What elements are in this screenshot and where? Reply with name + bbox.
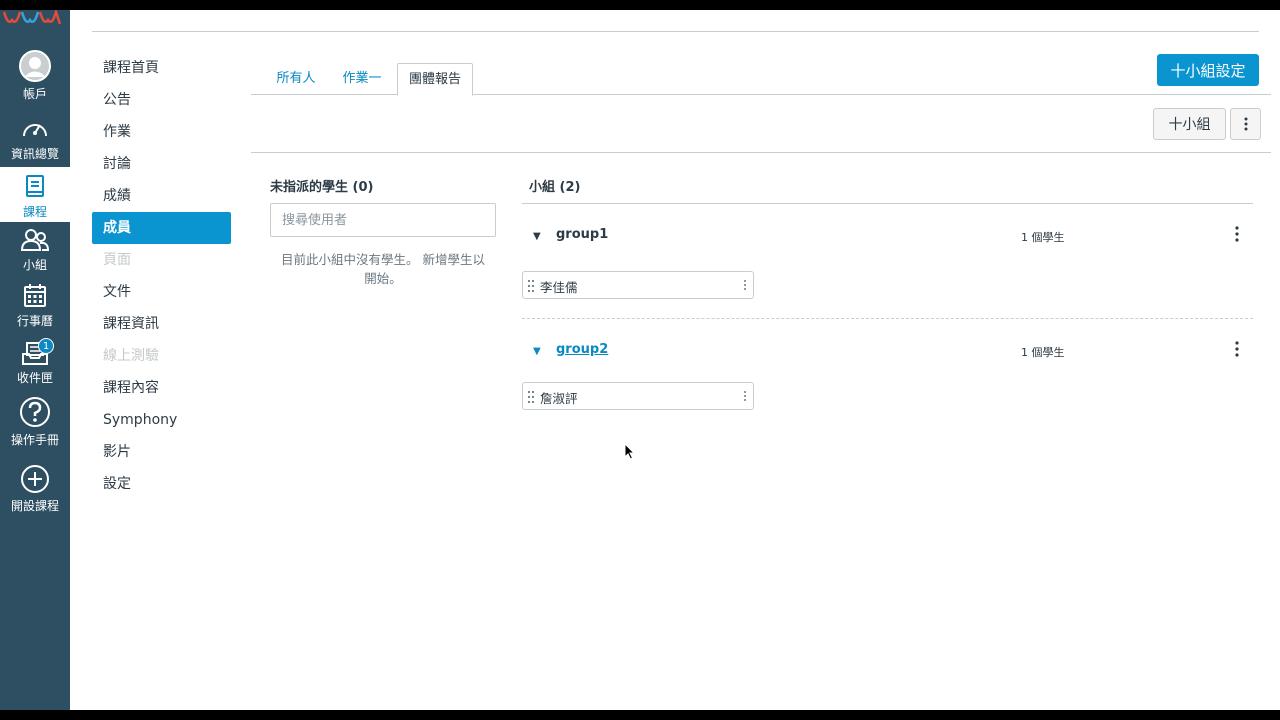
global-nav-label: 帳戶 <box>22 87 47 101</box>
unassigned-empty-message: 目前此小組中沒有學生。 新增學生以開始。 <box>281 252 485 286</box>
group-settings-button[interactable]: 十小組設定 <box>1157 54 1259 86</box>
member-name: 李佳儒 <box>540 280 578 295</box>
unassigned-students-title: 未指派的學生 (0) <box>270 180 374 195</box>
dashboard-gauge-icon <box>23 124 47 137</box>
group-separator <box>522 318 1253 319</box>
member-kebab-menu-icon[interactable] <box>741 389 749 403</box>
course-nav-home[interactable]: 課程首頁 <box>92 52 231 84</box>
help-question-icon <box>20 397 50 427</box>
course-nav-videos[interactable]: 影片 <box>92 436 231 468</box>
header-divider <box>92 31 1259 32</box>
kebab-menu-icon <box>1244 117 1247 131</box>
group-category-tabs: 所有人 作業一 團體報告 <box>251 63 1271 96</box>
global-nav-groups[interactable]: 小組 <box>0 227 70 277</box>
course-nav-pages: 頁面 <box>103 252 131 268</box>
global-nav-account[interactable]: 帳戶 <box>0 50 70 106</box>
global-nav-calendar[interactable]: 行事曆 <box>0 283 70 333</box>
global-nav-label: 開設課程 <box>10 499 59 513</box>
global-nav-label: 操作手冊 <box>10 433 59 447</box>
global-nav-dashboard[interactable]: 資訊總覽 <box>0 116 70 166</box>
logo-icon <box>2 10 62 25</box>
search-users-input[interactable] <box>270 203 496 237</box>
global-nav-inbox[interactable]: 1 收件匣 <box>0 338 70 390</box>
groups-title: 小組 (2) <box>529 180 581 195</box>
add-circle-icon <box>21 465 49 493</box>
group-member-card[interactable]: 詹淑評 <box>522 382 754 410</box>
inbox-unread-badge: 1 <box>38 338 54 354</box>
collapse-caret-icon[interactable]: ▼ <box>533 231 541 242</box>
groups-people-icon <box>20 229 50 251</box>
course-nav-quizzes: 線上測驗 <box>103 348 159 364</box>
global-nav-label: 收件匣 <box>16 371 53 385</box>
member-name: 詹淑評 <box>540 391 578 406</box>
group-name[interactable]: group1 <box>556 227 608 242</box>
global-nav-courses[interactable]: 課程 <box>0 167 70 222</box>
toolbar-divider <box>251 152 1271 153</box>
collapse-caret-icon[interactable]: ▼ <box>533 346 541 357</box>
group-member-card[interactable]: 李佳儒 <box>522 271 754 299</box>
course-nav-modules[interactable]: 課程內容 <box>92 372 231 404</box>
global-nav-label: 課程 <box>22 205 47 219</box>
course-nav-grades[interactable]: 成績 <box>92 180 231 212</box>
global-nav-label: 小組 <box>22 258 47 272</box>
group-student-count: 1 個學生 <box>1021 346 1065 359</box>
course-nav-syllabus[interactable]: 課程資訊 <box>92 308 231 340</box>
course-nav-settings[interactable]: 設定 <box>92 468 231 500</box>
groups-header-divider <box>522 203 1253 204</box>
course-book-icon <box>26 175 44 197</box>
course-nav-assignments[interactable]: 作業 <box>92 116 231 148</box>
group-name[interactable]: group2 <box>556 342 608 357</box>
avatar-icon <box>19 50 51 82</box>
drag-handle-icon[interactable] <box>527 279 535 293</box>
global-nav-label: 行事曆 <box>16 314 53 328</box>
calendar-icon <box>24 284 46 307</box>
global-nav-create-course[interactable]: 開設課程 <box>0 464 70 514</box>
group-kebab-menu-icon[interactable] <box>1229 338 1245 360</box>
group-student-count: 1 個學生 <box>1021 231 1065 244</box>
global-nav-label: 資訊總覽 <box>10 147 59 161</box>
course-nav-files[interactable]: 文件 <box>92 276 231 308</box>
more-options-button[interactable] <box>1230 108 1261 140</box>
tab-everyone[interactable]: 所有人 <box>265 63 327 95</box>
app-frame: 帳戶 資訊總覽 課程 小組 行事曆 1 收件匣 操作手冊 開設課程 課程首頁 公… <box>0 10 1280 710</box>
course-nav: 課程首頁 公告 作業 討論 成績 成員 頁面 文件 課程資訊 線上測驗 課程內容… <box>92 52 231 500</box>
tab-assignment-one[interactable]: 作業一 <box>331 63 393 95</box>
course-nav-people[interactable]: 成員 <box>92 212 231 244</box>
mouse-cursor-icon <box>624 443 636 460</box>
course-nav-symphony[interactable]: Symphony <box>92 404 231 436</box>
tab-group-report[interactable]: 團體報告 <box>397 63 473 96</box>
global-nav-help[interactable]: 操作手冊 <box>0 396 70 452</box>
course-nav-discussions[interactable]: 討論 <box>92 148 231 180</box>
course-nav-announcements[interactable]: 公告 <box>92 84 231 116</box>
drag-handle-icon[interactable] <box>527 390 535 404</box>
global-nav: 帳戶 資訊總覽 課程 小組 行事曆 1 收件匣 操作手冊 開設課程 <box>0 10 70 710</box>
member-kebab-menu-icon[interactable] <box>741 278 749 292</box>
group-kebab-menu-icon[interactable] <box>1229 223 1245 245</box>
add-group-button[interactable]: 十小組 <box>1153 108 1226 140</box>
